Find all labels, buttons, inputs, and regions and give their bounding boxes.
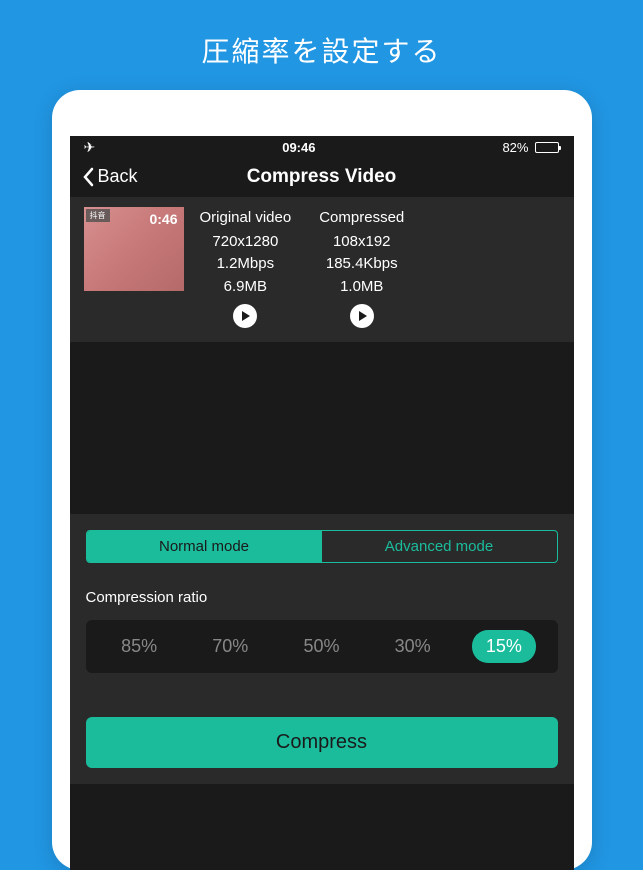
- video-columns: Original video 720x1280 1.2Mbps 6.9MB Co…: [200, 207, 560, 328]
- chevron-left-icon: [82, 167, 94, 187]
- airplane-mode-icon: ✈: [84, 139, 96, 156]
- ratio-option-50[interactable]: 50%: [289, 630, 353, 663]
- controls-panel: Normal mode Advanced mode Compression ra…: [70, 514, 574, 784]
- ratio-option-15[interactable]: 15%: [472, 630, 536, 663]
- nav-bar: Back Compress Video: [70, 158, 574, 197]
- compressed-filesize: 1.0MB: [319, 276, 404, 299]
- thumbnail-duration: 0:46: [149, 211, 177, 227]
- original-video-column: Original video 720x1280 1.2Mbps 6.9MB: [200, 207, 292, 328]
- status-time: 09:46: [282, 140, 315, 155]
- mode-toggle: Normal mode Advanced mode: [86, 530, 558, 563]
- compress-button[interactable]: Compress: [86, 717, 558, 768]
- status-right: 82%: [502, 140, 559, 155]
- battery-percent: 82%: [502, 140, 528, 155]
- page-heading: 圧縮率を設定する: [0, 0, 643, 90]
- ratio-option-70[interactable]: 70%: [198, 630, 262, 663]
- compressed-resolution: 108x192: [319, 231, 404, 254]
- play-compressed-button[interactable]: [350, 304, 374, 328]
- play-icon: [242, 311, 250, 321]
- screen: ✈ 09:46 82% Back Compress Video 抖音 0:46 …: [70, 136, 574, 870]
- play-icon: [359, 311, 367, 321]
- ratio-option-85[interactable]: 85%: [107, 630, 171, 663]
- back-button[interactable]: Back: [82, 166, 138, 187]
- battery-icon: [535, 142, 559, 153]
- original-header: Original video: [200, 207, 292, 230]
- compressed-bitrate: 185.4Kbps: [319, 253, 404, 276]
- video-thumbnail[interactable]: 抖音 0:46: [84, 207, 184, 291]
- tablet-frame: ✈ 09:46 82% Back Compress Video 抖音 0:46 …: [52, 90, 592, 870]
- back-label: Back: [98, 166, 138, 187]
- nav-title: Compress Video: [247, 166, 397, 188]
- original-filesize: 6.9MB: [200, 276, 292, 299]
- ratio-options: 85% 70% 50% 30% 15%: [86, 620, 558, 673]
- ratio-option-30[interactable]: 30%: [381, 630, 445, 663]
- original-resolution: 720x1280: [200, 231, 292, 254]
- compressed-video-column: Compressed 108x192 185.4Kbps 1.0MB: [319, 207, 404, 328]
- spacer: [70, 342, 574, 514]
- original-bitrate: 1.2Mbps: [200, 253, 292, 276]
- compressed-header: Compressed: [319, 207, 404, 230]
- compression-ratio-label: Compression ratio: [86, 589, 558, 606]
- status-left: ✈: [84, 139, 96, 156]
- advanced-mode-button[interactable]: Advanced mode: [322, 531, 557, 562]
- play-original-button[interactable]: [233, 304, 257, 328]
- normal-mode-button[interactable]: Normal mode: [87, 531, 322, 562]
- video-info-section: 抖音 0:46 Original video 720x1280 1.2Mbps …: [70, 197, 574, 342]
- status-bar: ✈ 09:46 82%: [70, 136, 574, 158]
- thumbnail-badge: 抖音: [86, 209, 110, 222]
